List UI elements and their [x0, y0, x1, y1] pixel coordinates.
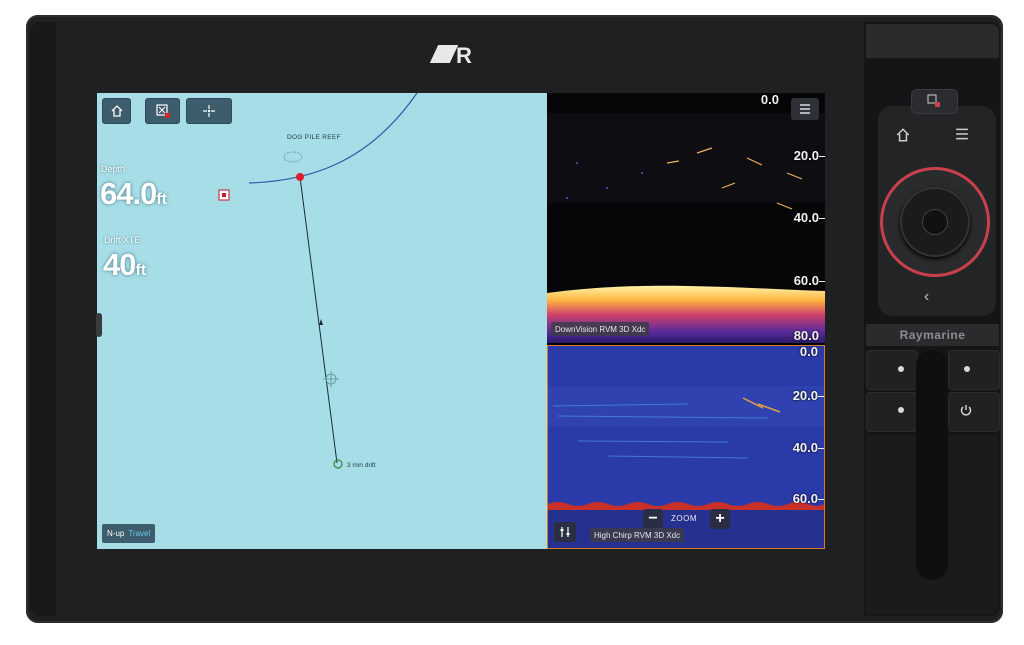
side-key[interactable] — [96, 313, 102, 337]
drift-marker-label: 3 min drift — [347, 462, 376, 469]
back-key[interactable]: ‹ — [924, 288, 929, 306]
depth-scale-label: 20.0 — [793, 148, 819, 163]
sonar-chirp-pane[interactable]: 0.0 20.0 40.0 60.0 − ZOOM + High Chirp R… — [547, 345, 825, 549]
home-key-icon[interactable] — [895, 127, 911, 143]
waypoint-button[interactable] — [145, 98, 180, 124]
depth-tick — [818, 396, 824, 397]
orientation-mode: Travel — [128, 529, 151, 538]
drift-track-line — [299, 176, 338, 464]
sonar-settings-button[interactable] — [554, 522, 576, 542]
home-icon — [111, 105, 122, 117]
depth-scale-label: 40.0 — [792, 440, 818, 455]
zoom-label: ZOOM — [671, 514, 697, 523]
panel-key-top-right[interactable] — [948, 350, 1000, 390]
depth-readout: 64.0ft — [100, 176, 167, 211]
track-arrow-icon — [319, 319, 323, 325]
power-key[interactable] — [948, 392, 1000, 432]
joystick-center[interactable] — [922, 209, 948, 235]
menu-key-icon[interactable] — [955, 128, 969, 140]
depth-scale-label: 40.0 — [793, 210, 819, 225]
card-slot — [916, 350, 948, 580]
sonar-source-label: DownVision RVM 3D Xdc — [551, 322, 650, 336]
drift-xte-label: Drift XTE — [104, 235, 141, 245]
display-screen: Depth 64.0ft Drift XTE 40ft DOG PILE REE… — [97, 93, 825, 549]
menu-icon — [800, 104, 810, 114]
key-dot-icon — [898, 366, 904, 372]
depth-scale-label: 0.0 — [799, 345, 818, 359]
sonar-source-label: High Chirp RVM 3D Xdc — [590, 528, 685, 542]
key-dot-icon — [898, 407, 904, 413]
power-icon — [960, 405, 972, 416]
drift-marker-icon[interactable] — [333, 459, 343, 469]
reef-label: DOG PILE REEF — [287, 134, 341, 141]
panel-key-mid-left[interactable] — [866, 392, 918, 432]
depth-tick — [819, 281, 825, 282]
depth-tick — [818, 448, 824, 449]
gps-icon — [203, 105, 215, 117]
gps-button[interactable] — [186, 98, 232, 124]
reef-symbol-icon — [283, 151, 303, 163]
orientation-badge[interactable]: N-up Travel — [102, 524, 156, 543]
downvision-image — [547, 113, 825, 343]
depth-tick — [818, 499, 824, 500]
waypoint-key-icon — [927, 94, 940, 107]
chart-map — [218, 93, 418, 469]
drift-xte-readout: 40ft — [103, 247, 147, 282]
target-waypoint-icon[interactable] — [296, 173, 304, 181]
sliders-icon — [560, 527, 570, 537]
zoom-out-button[interactable]: − — [643, 509, 663, 529]
depth-scale-label: 60.0 — [792, 491, 818, 506]
home-button[interactable] — [102, 98, 131, 124]
depth-label: Depth — [101, 164, 126, 174]
key-dot-icon — [964, 366, 970, 372]
depth-scale-label: 80.0 — [793, 328, 819, 343]
sonar-downvision-pane[interactable]: 0.0 20.0 40.0 60.0 80.0 DownVision RVM 3… — [547, 93, 825, 343]
orientation-label: N-up — [107, 529, 125, 538]
depth-tick — [819, 156, 825, 157]
depth-scale-label: 60.0 — [793, 273, 819, 288]
waypoint-key[interactable] — [911, 89, 958, 114]
brand-label: Raymarine — [866, 324, 999, 346]
brand-logo: R — [429, 45, 488, 67]
zoom-in-button[interactable]: + — [710, 509, 730, 529]
logo-mark-icon — [429, 45, 459, 63]
depth-scale-label: 0.0 — [760, 93, 779, 107]
left-bezel — [30, 22, 56, 616]
panel-key-top-left[interactable] — [866, 350, 918, 390]
depth-tick — [819, 218, 825, 219]
panel-top-cap — [866, 24, 999, 58]
depth-scale-label: 20.0 — [792, 388, 818, 403]
waypoint-icon — [155, 104, 170, 118]
chart-pane[interactable]: Depth 64.0ft Drift XTE 40ft DOG PILE REE… — [97, 93, 547, 549]
menu-button[interactable] — [791, 98, 819, 120]
